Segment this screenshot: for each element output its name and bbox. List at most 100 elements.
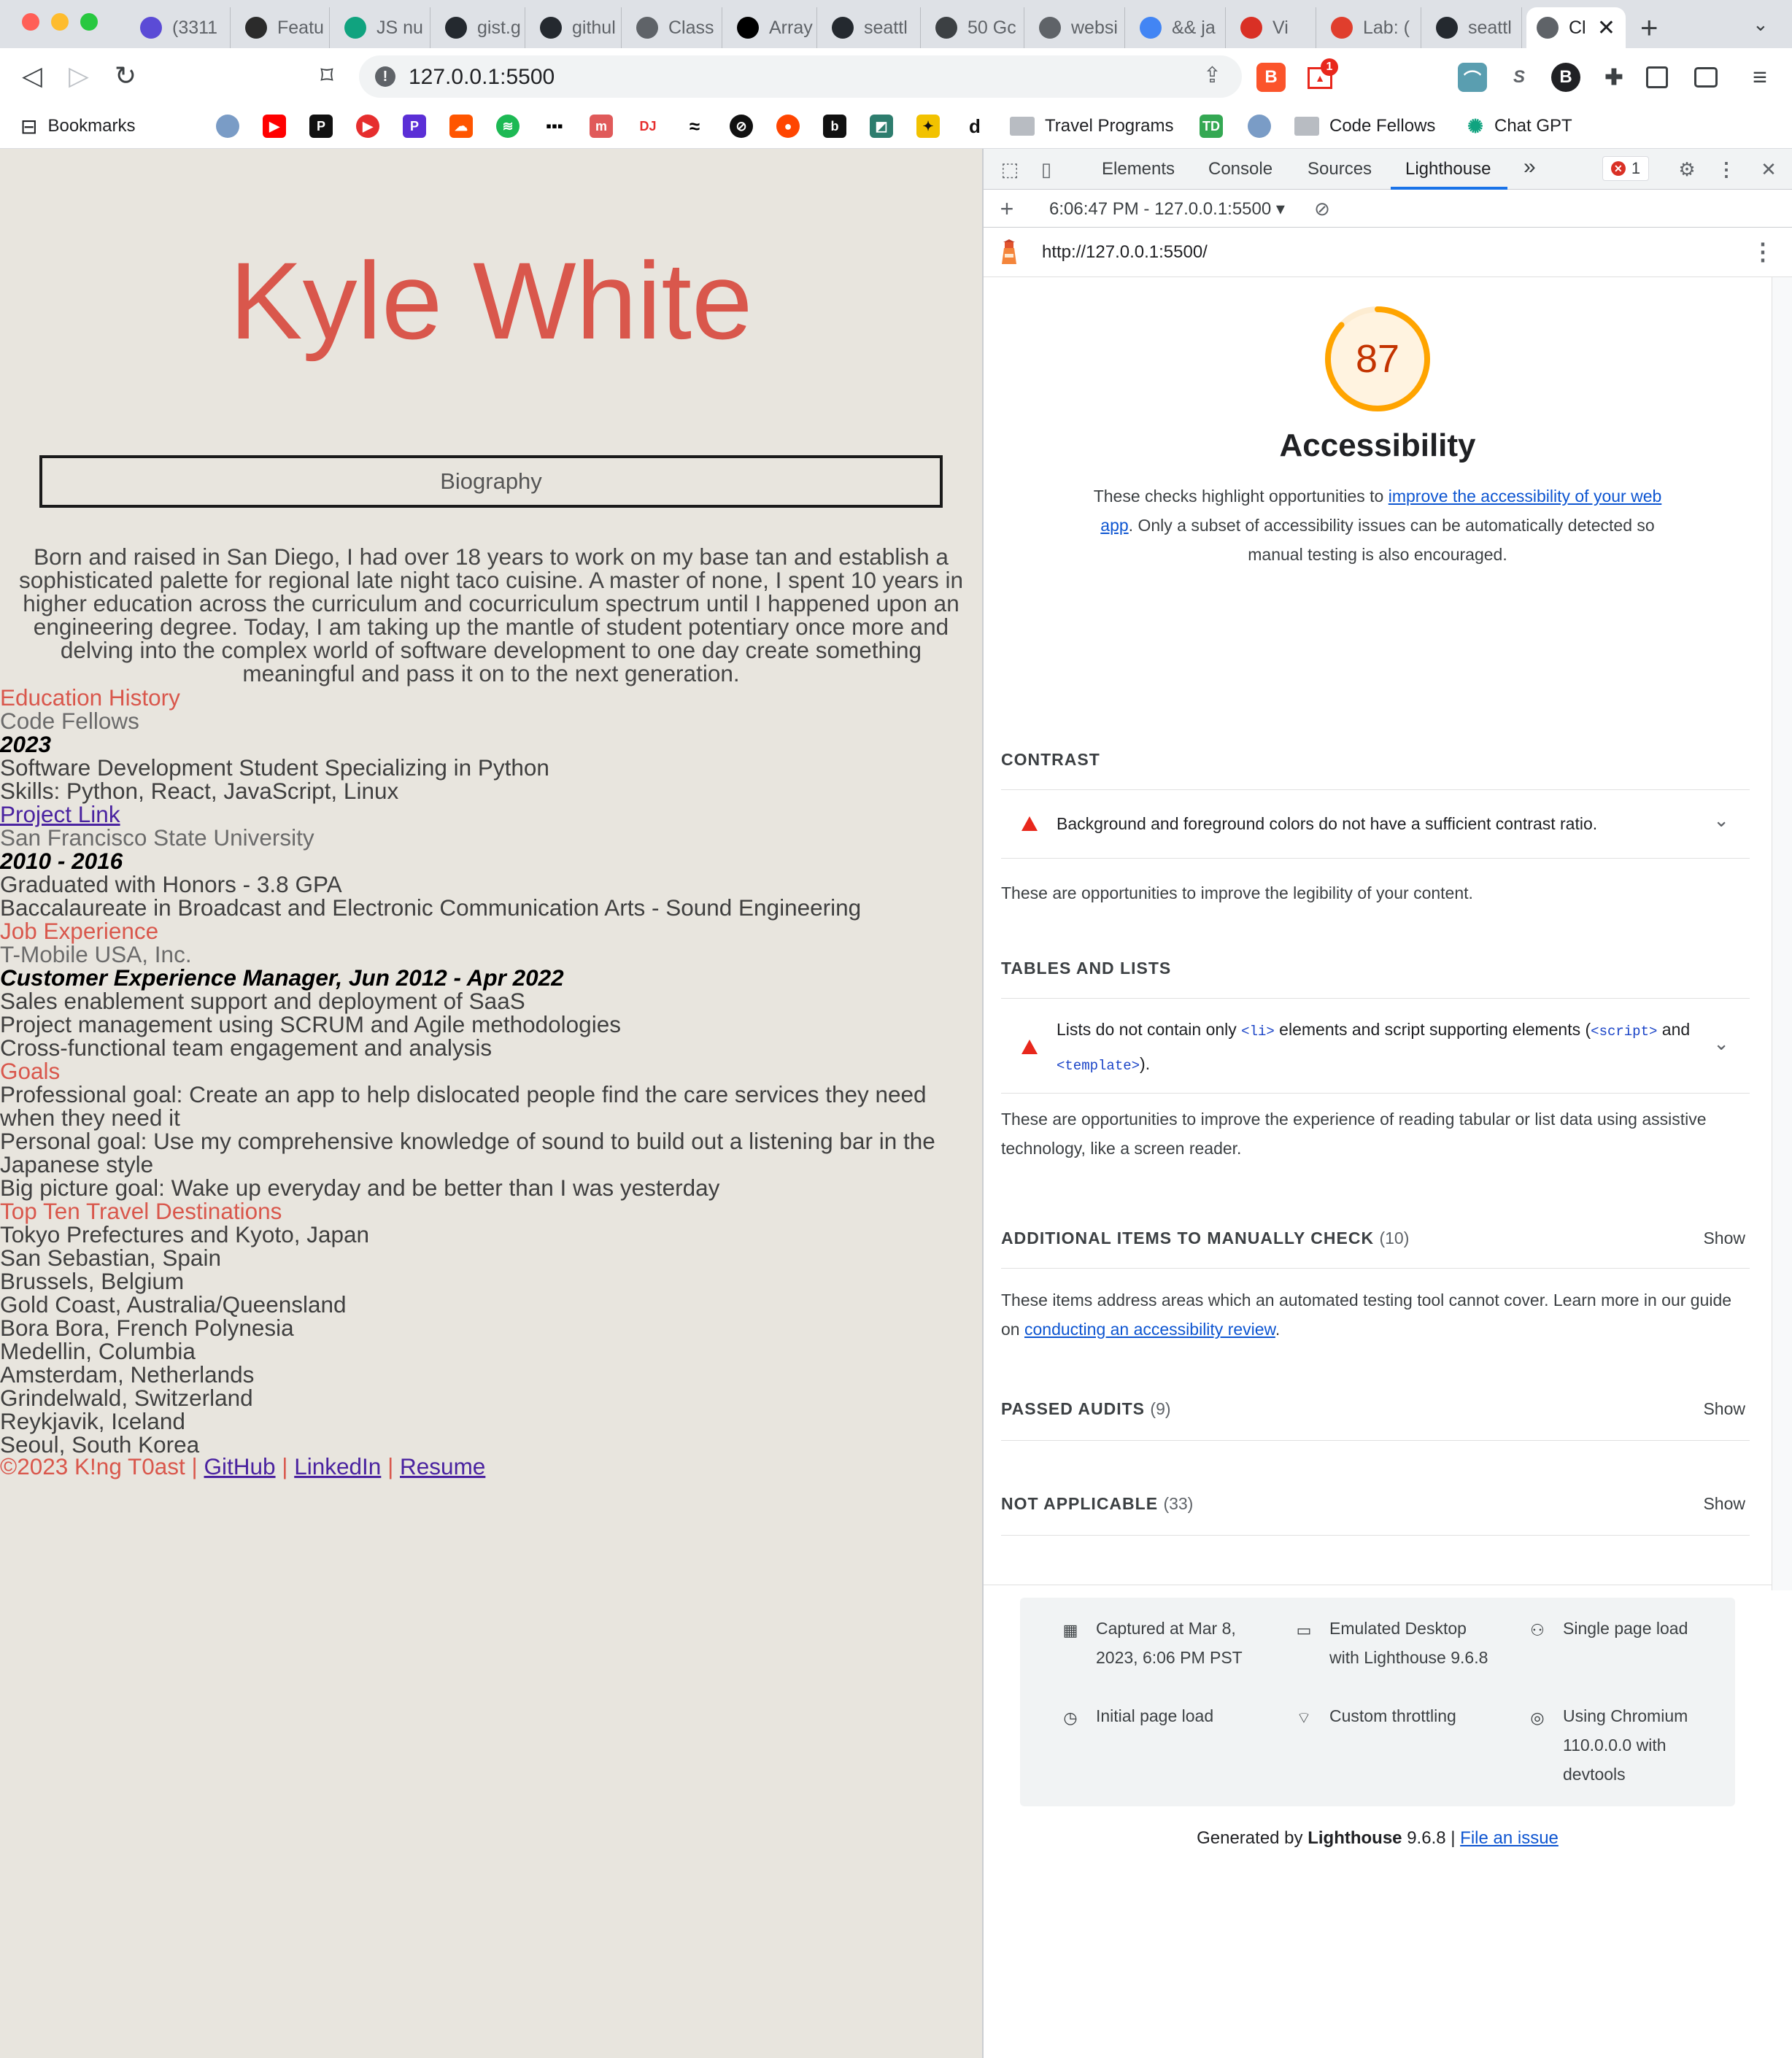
browser-tab[interactable]: Cl ✕ bbox=[1526, 7, 1626, 48]
bookmark-soundcloud[interactable]: ☁ bbox=[449, 112, 480, 140]
github-link[interactable]: GitHub bbox=[204, 1453, 276, 1479]
maximize-window-button[interactable] bbox=[80, 13, 98, 31]
bookmark-square[interactable]: ◩ bbox=[870, 112, 900, 140]
bookmark-circle[interactable]: ⊘ bbox=[730, 112, 760, 140]
bookmark-wave[interactable]: ≈ bbox=[683, 112, 714, 140]
show-manual-button[interactable]: Show bbox=[1703, 1229, 1745, 1248]
browser-tab[interactable]: (3311 bbox=[130, 7, 231, 48]
close-window-button[interactable] bbox=[22, 13, 39, 31]
chromium-version[interactable]: Using Chromium 110.0.0.0 with devtools bbox=[1563, 1701, 1709, 1789]
contrast-audit[interactable]: Background and foreground colors do not … bbox=[1001, 790, 1750, 857]
reload-button[interactable]: ↻ bbox=[108, 58, 143, 93]
bookmark-spotify[interactable]: ≋ bbox=[496, 112, 527, 140]
devtools-menu-icon[interactable]: ⋮ bbox=[1715, 158, 1738, 181]
bookmark-globe[interactable] bbox=[216, 112, 247, 140]
clear-reports-icon[interactable]: ⊘ bbox=[1310, 197, 1334, 220]
browser-tab[interactable]: Class bbox=[626, 7, 722, 48]
minimize-window-button[interactable] bbox=[51, 13, 69, 31]
tab-sources[interactable]: Sources bbox=[1308, 159, 1372, 179]
project-link[interactable]: Project Link bbox=[0, 802, 982, 826]
audit-title: Background and foreground colors do not … bbox=[1057, 814, 1598, 833]
close-devtools-icon[interactable]: ✕ bbox=[1757, 158, 1780, 181]
bookmark-globe-2[interactable] bbox=[1248, 112, 1278, 140]
bookmark-b[interactable]: b bbox=[823, 112, 854, 140]
new-tab-button[interactable]: + bbox=[1640, 10, 1658, 45]
report-selector[interactable]: 6:06:47 PM - 127.0.0.1:5500 ▾ bbox=[1049, 198, 1285, 220]
new-report-plus-icon[interactable]: + bbox=[995, 196, 1019, 222]
show-not-applicable-button[interactable]: Show bbox=[1703, 1494, 1745, 1514]
browser-tab[interactable]: JS nu bbox=[334, 7, 430, 48]
browser-tab[interactable]: websi bbox=[1029, 7, 1125, 48]
address-bar[interactable]: ! 127.0.0.1:5500 ⇪ bbox=[359, 55, 1242, 98]
extensions-puzzle-icon[interactable]: ✚ bbox=[1599, 63, 1629, 92]
linkedin-link[interactable]: LinkedIn bbox=[294, 1453, 381, 1479]
bookmark-p[interactable]: P bbox=[309, 112, 340, 140]
bookmark-chatgpt[interactable]: ✺ Chat GPT bbox=[1464, 112, 1572, 140]
list-item: Graduated with Honors - 3.8 GPA bbox=[0, 871, 342, 897]
browser-tab[interactable]: seattl bbox=[822, 7, 921, 48]
share-icon[interactable]: ⇪ bbox=[1203, 63, 1221, 88]
manual-check-group-title[interactable]: ADDITIONAL ITEMS TO MANUALLY CHECK (10) bbox=[1001, 1229, 1409, 1248]
mail-icon bbox=[140, 17, 162, 39]
browser-tab[interactable]: Featu bbox=[235, 7, 330, 48]
single-page-load[interactable]: Single page load bbox=[1563, 1614, 1731, 1643]
extension-icon-3[interactable]: B bbox=[1551, 63, 1580, 92]
browser-tab[interactable]: Lab: ( bbox=[1321, 7, 1421, 48]
tab-console[interactable]: Console bbox=[1208, 159, 1272, 179]
file-issue-link[interactable]: File an issue bbox=[1460, 1828, 1559, 1848]
brave-shields-icon[interactable]: B bbox=[1256, 63, 1286, 92]
browser-tab[interactable]: gist.g bbox=[435, 7, 525, 48]
not-applicable-group-title[interactable]: NOT APPLICABLE (33) bbox=[1001, 1494, 1193, 1514]
back-button[interactable]: ◁ bbox=[15, 58, 50, 93]
browser-tab[interactable]: && ja bbox=[1129, 7, 1226, 48]
settings-gear-icon[interactable]: ⚙ bbox=[1675, 158, 1699, 181]
bookmark-td[interactable]: TD bbox=[1200, 112, 1230, 140]
bookmark-dj[interactable]: DJ bbox=[636, 112, 667, 140]
bookmark-page-icon[interactable]: ⌑ bbox=[309, 58, 344, 93]
close-tab-icon[interactable]: ✕ bbox=[1597, 15, 1615, 41]
tab-lighthouse[interactable]: Lighthouse bbox=[1405, 159, 1491, 179]
chevron-down-icon[interactable]: ⌄ bbox=[1713, 809, 1729, 832]
error-counter[interactable]: ✕ 1 bbox=[1602, 156, 1649, 181]
chevron-down-icon[interactable]: ⌄ bbox=[1713, 1032, 1729, 1055]
list-audit[interactable]: Lists do not contain only <li> elements … bbox=[1001, 999, 1750, 1092]
bookmark-music[interactable]: ▶ bbox=[356, 112, 387, 140]
bookmark-m[interactable]: m bbox=[590, 112, 620, 140]
forward-button[interactable]: ▷ bbox=[61, 58, 96, 93]
passed-audits-group-title[interactable]: PASSED AUDITS (9) bbox=[1001, 1399, 1171, 1419]
resume-link[interactable]: Resume bbox=[400, 1453, 485, 1479]
show-passed-button[interactable]: Show bbox=[1703, 1399, 1745, 1419]
site-info-icon[interactable]: ! bbox=[375, 66, 395, 87]
browser-tab[interactable]: 50 Gc bbox=[925, 7, 1024, 48]
bookmark-patreon[interactable]: P bbox=[403, 112, 433, 140]
bookmark-folder-travel[interactable]: Travel Programs bbox=[1010, 112, 1173, 140]
browser-tab[interactable]: Array bbox=[727, 7, 817, 48]
report-menu-icon[interactable]: ⋮ bbox=[1751, 238, 1774, 266]
medium-icon bbox=[737, 17, 759, 39]
browser-tab[interactable]: seattl bbox=[1426, 7, 1522, 48]
tab-elements[interactable]: Elements bbox=[1102, 159, 1175, 179]
tab-search-chevron-icon[interactable]: ⌄ bbox=[1753, 13, 1769, 36]
extension-icon-1[interactable]: ⌒ bbox=[1458, 63, 1487, 92]
side-panel-icon[interactable] bbox=[1646, 66, 1668, 88]
browser-tab[interactable]: Vi bbox=[1230, 7, 1316, 48]
address-url[interactable]: 127.0.0.1:5500 bbox=[409, 65, 555, 90]
bookmarks-button[interactable]: ⊟ Bookmarks bbox=[20, 112, 136, 140]
wallet-icon[interactable] bbox=[1694, 67, 1718, 88]
bookmark-reddit[interactable]: ● bbox=[776, 112, 807, 140]
bookmark-dots[interactable]: ▪▪▪ bbox=[543, 112, 573, 140]
bookmark-yellow[interactable]: ✦ bbox=[916, 112, 947, 140]
bookmark-folder-codefellows[interactable]: Code Fellows bbox=[1294, 112, 1435, 140]
accessibility-review-link[interactable]: conducting an accessibility review bbox=[1024, 1320, 1275, 1339]
custom-throttling[interactable]: Custom throttling bbox=[1329, 1701, 1497, 1730]
report-scrollbar[interactable] bbox=[1772, 277, 1792, 1590]
extension-icon-2[interactable]: S bbox=[1505, 63, 1534, 92]
emulated-device[interactable]: Emulated Desktop with Lighthouse 9.6.8 bbox=[1329, 1614, 1497, 1672]
bookmark-d[interactable]: d bbox=[963, 112, 994, 140]
browser-tab[interactable]: githul bbox=[530, 7, 622, 48]
inspect-element-icon[interactable]: ⬚ bbox=[998, 158, 1021, 181]
browser-menu-icon[interactable]: ≡ bbox=[1745, 63, 1774, 92]
device-toolbar-icon[interactable]: ▯ bbox=[1035, 158, 1058, 181]
more-tabs-button[interactable]: » bbox=[1523, 155, 1536, 179]
bookmark-youtube[interactable]: ▶ bbox=[263, 112, 293, 140]
